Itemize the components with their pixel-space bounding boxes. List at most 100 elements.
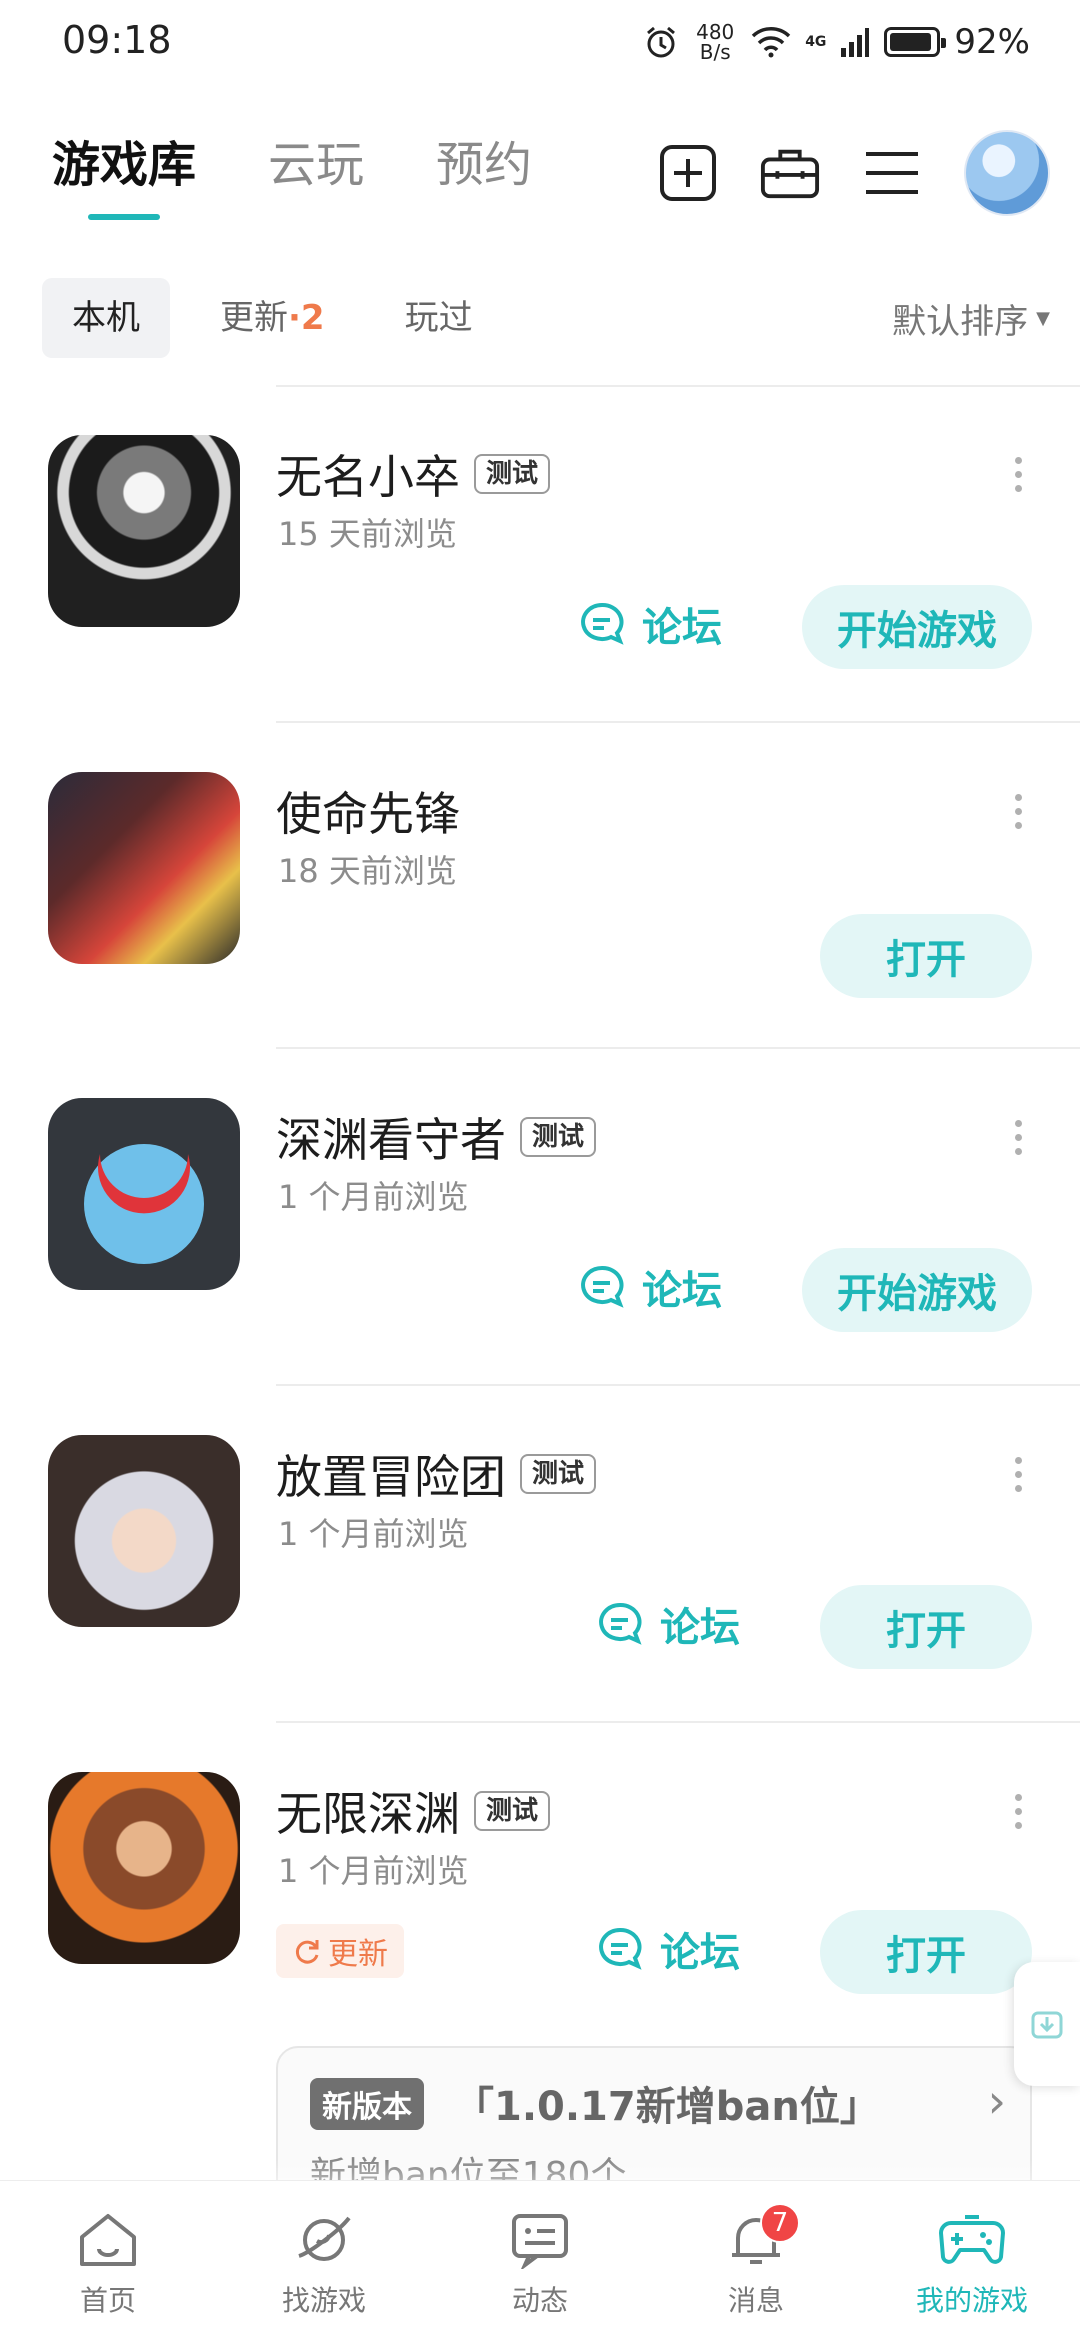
filter-update-label: 更新 (220, 298, 288, 338)
toolbox-icon[interactable] (760, 143, 820, 203)
more-icon[interactable] (1008, 1794, 1028, 1829)
last-viewed: 1 个月前浏览 (278, 1178, 469, 1216)
nav-find-games[interactable]: 找游戏 (216, 2181, 432, 2340)
forum-button[interactable]: 论坛 (596, 1595, 740, 1653)
game-name: 无限深渊 (276, 1787, 460, 1841)
game-name: 使命先锋 (276, 787, 460, 841)
version-title: 「1.0.17新增ban位」 (454, 2084, 880, 2130)
bottom-nav: 首页 找游戏 动态 7 消息 我的游戏 (0, 2180, 1080, 2340)
nav-messages[interactable]: 7 消息 (648, 2181, 864, 2340)
last-viewed: 1 个月前浏览 (278, 1515, 469, 1553)
game-name: 放置冒险团 (276, 1450, 506, 1504)
game-icon[interactable] (48, 435, 240, 627)
forum-icon (581, 1265, 624, 1308)
forum-label: 论坛 (642, 1268, 722, 1314)
last-viewed: 18 天前浏览 (278, 852, 457, 890)
planet-icon (298, 2216, 351, 2261)
avatar[interactable] (964, 130, 1050, 216)
net-speed: 480 B/s (696, 20, 735, 64)
more-icon[interactable] (1008, 794, 1028, 829)
last-viewed: 15 天前浏览 (278, 515, 457, 553)
game-icon[interactable] (48, 1772, 240, 1964)
game-card-5[interactable]: 无限深渊 测试 1 个月前浏览 更新 论坛 打开 (0, 1722, 1080, 2046)
battery-level (890, 33, 931, 51)
header-tabs: 游戏库 云玩 预约 (52, 130, 604, 200)
notification-badge: 7 (760, 2203, 800, 2243)
game-card-2[interactable]: 使命先锋 18 天前浏览 打开 (0, 722, 1080, 1047)
status-bar: 09:18 480 B/s 4G 92% (0, 0, 1080, 84)
forum-icon (581, 602, 624, 645)
update-label: 更新 (328, 1937, 388, 1972)
gamepad-icon (939, 2215, 1005, 2264)
wifi-icon (751, 27, 791, 58)
game-title-row: 深渊看守者 测试 (276, 1104, 597, 1170)
open-button[interactable]: 打开 (820, 1910, 1032, 1994)
nav-label: 我的游戏 (915, 2284, 1028, 2317)
forum-label: 论坛 (660, 1930, 740, 1976)
forum-icon (599, 1602, 642, 1645)
update-tag[interactable]: 更新 (276, 1924, 404, 1978)
home-icon (80, 2214, 136, 2266)
more-icon[interactable] (1008, 1457, 1028, 1492)
header-actions (658, 130, 1050, 216)
nav-feed[interactable]: 动态 (432, 2181, 648, 2340)
filter-local[interactable]: 本机 (42, 278, 170, 358)
more-icon[interactable] (1008, 1120, 1028, 1155)
filter-played[interactable]: 玩过 (375, 278, 503, 358)
network-type: 4G (805, 34, 827, 50)
forum-label: 论坛 (642, 605, 722, 651)
nav-my-games[interactable]: 我的游戏 (864, 2181, 1080, 2340)
game-card-4[interactable]: 放置冒险团 测试 1 个月前浏览 论坛 打开 (0, 1385, 1080, 1721)
nav-label: 找游戏 (281, 2284, 366, 2317)
game-title-row: 无名小卒 测试 (276, 441, 551, 507)
download-icon (1031, 2011, 1063, 2039)
add-icon[interactable] (658, 143, 718, 203)
forum-icon (599, 1927, 642, 1970)
game-icon[interactable] (48, 772, 240, 964)
game-icon[interactable] (48, 1098, 240, 1290)
open-button[interactable]: 打开 (820, 1585, 1032, 1669)
signal-icon (841, 28, 870, 57)
test-badge: 测试 (474, 1791, 551, 1831)
game-title-row: 无限深渊 测试 (276, 1778, 551, 1844)
tab-game-library[interactable]: 游戏库 (52, 130, 196, 200)
game-title-row: 使命先锋 (276, 778, 460, 844)
game-name: 深渊看守者 (276, 1113, 506, 1167)
game-icon[interactable] (48, 1435, 240, 1627)
tab-reservation[interactable]: 预约 (436, 130, 532, 200)
filter-update-count: ·2 (288, 298, 325, 338)
forum-button[interactable]: 论坛 (596, 1920, 740, 1978)
menu-icon[interactable] (862, 143, 922, 203)
sort-label: 默认排序 (892, 301, 1029, 342)
more-icon[interactable] (1008, 457, 1028, 492)
nav-label: 首页 (79, 2284, 136, 2317)
test-badge: 测试 (474, 454, 551, 494)
chevron-right-icon: › (987, 2074, 1006, 2128)
game-title-row: 放置冒险团 测试 (276, 1441, 597, 1507)
game-card-3[interactable]: 深渊看守者 测试 1 个月前浏览 论坛 开始游戏 (0, 1048, 1080, 1384)
chat-icon (512, 2214, 568, 2269)
refresh-icon (295, 1940, 319, 1964)
download-float-button[interactable] (1014, 1962, 1080, 2086)
game-card-1[interactable]: 无名小卒 测试 15 天前浏览 论坛 开始游戏 (0, 385, 1080, 721)
sort-dropdown[interactable]: 默认排序 ▼ (892, 294, 1050, 343)
start-game-button[interactable]: 开始游戏 (802, 585, 1032, 669)
open-button[interactable]: 打开 (820, 914, 1032, 998)
forum-button[interactable]: 论坛 (578, 1258, 722, 1316)
last-viewed: 1 个月前浏览 (278, 1852, 469, 1890)
status-icons: 480 B/s 4G 92% (643, 18, 1030, 66)
new-version-badge: 新版本 (310, 2078, 424, 2130)
forum-button[interactable]: 论坛 (578, 595, 722, 653)
test-badge: 测试 (520, 1117, 597, 1157)
game-name: 无名小卒 (276, 450, 460, 504)
forum-label: 论坛 (660, 1605, 740, 1651)
nav-home[interactable]: 首页 (0, 2181, 216, 2340)
alarm-icon (647, 26, 676, 58)
battery-icon (884, 27, 947, 57)
filter-update[interactable]: 更新·2 (190, 278, 355, 358)
test-badge: 测试 (520, 1454, 597, 1494)
start-game-button[interactable]: 开始游戏 (802, 1248, 1032, 1332)
filter-row: 本机 更新·2 玩过 默认排序 ▼ (42, 278, 1050, 358)
status-time: 09:18 (62, 18, 172, 62)
tab-cloud-play[interactable]: 云玩 (268, 130, 364, 200)
